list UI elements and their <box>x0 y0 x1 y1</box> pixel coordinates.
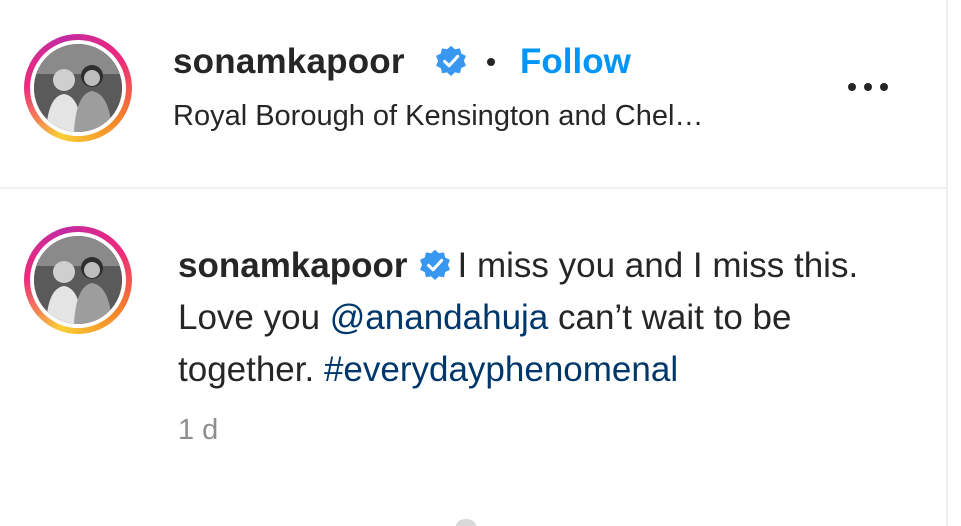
loading-indicator <box>456 519 476 526</box>
post-header: sonamkapoor Follow Royal Borough of Kens… <box>0 0 946 187</box>
more-options-icon[interactable] <box>838 68 898 106</box>
follow-button[interactable]: Follow <box>520 42 631 82</box>
caption-username[interactable]: sonamkapoor <box>178 246 408 285</box>
verified-badge-icon <box>436 45 466 76</box>
caption-text: sonamkapoor I miss you and I miss this. L… <box>178 240 878 396</box>
profile-avatar[interactable] <box>24 34 132 142</box>
panel-border <box>946 0 948 526</box>
header-divider <box>0 187 946 189</box>
avatar-photo <box>34 236 122 324</box>
verified-badge-icon <box>419 249 450 280</box>
separator-dot <box>487 58 495 66</box>
caption-avatar[interactable] <box>24 226 132 334</box>
mention-link[interactable]: @anandahuja <box>330 298 549 337</box>
instagram-post-panel: sonamkapoor Follow Royal Borough of Kens… <box>0 0 961 526</box>
avatar-photo <box>34 44 122 132</box>
post-timestamp[interactable]: 1 d <box>178 414 218 447</box>
post-location[interactable]: Royal Borough of Kensington and Chel… <box>173 100 703 133</box>
hashtag-link[interactable]: #everydayphenomenal <box>324 350 678 389</box>
post-author-username[interactable]: sonamkapoor <box>173 42 405 82</box>
